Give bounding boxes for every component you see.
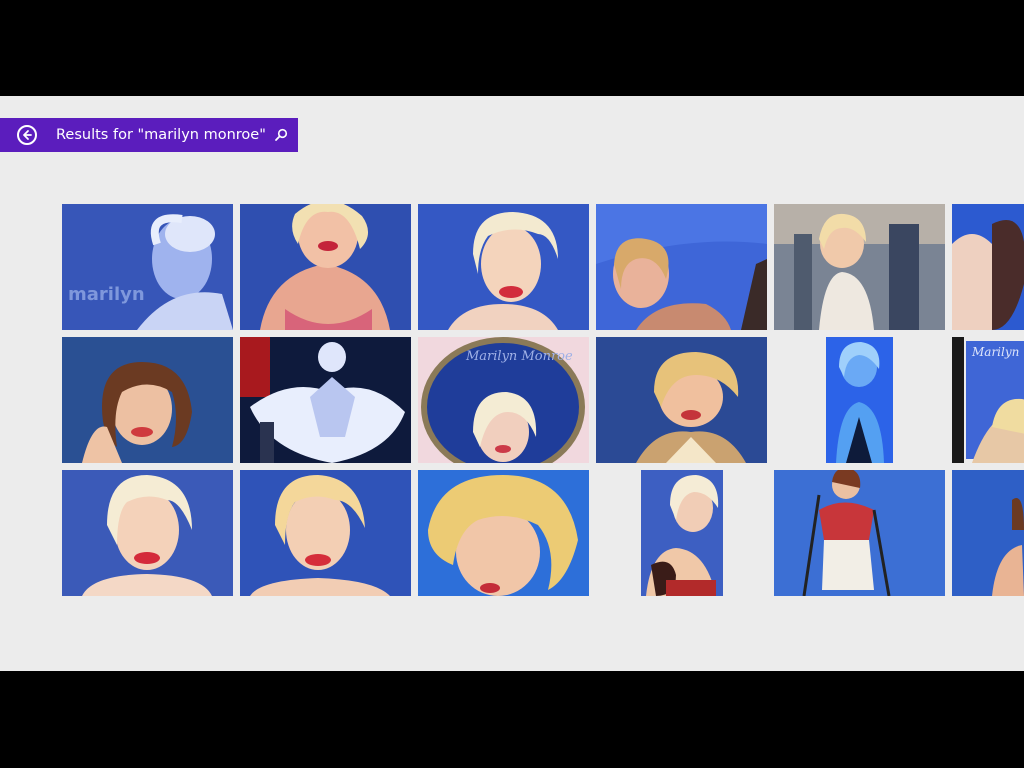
plate-signature-text: Marilyn Monroe (466, 349, 573, 364)
search-icon[interactable] (274, 128, 288, 142)
image-results-grid: marilyn Marilyn Monroe Marilyn (62, 204, 1024, 596)
image-result-tile[interactable]: Marilyn (952, 337, 1024, 463)
image-result-tile[interactable] (240, 204, 411, 330)
image-result-tile[interactable] (596, 470, 767, 596)
image-result-tile[interactable] (952, 204, 1024, 330)
app-screen: Results for "marilyn monroe" marilyn Mar… (0, 96, 1024, 671)
image-result-tile[interactable] (774, 470, 945, 596)
image-result-tile[interactable] (62, 470, 233, 596)
image-result-tile[interactable] (774, 204, 945, 330)
image-result-tile[interactable]: marilyn (62, 204, 233, 330)
image-result-tile[interactable] (240, 470, 411, 596)
back-arrow-icon (23, 130, 32, 140)
search-results-header: Results for "marilyn monroe" (0, 118, 298, 152)
back-button[interactable] (17, 125, 37, 145)
image-result-tile[interactable] (418, 470, 589, 596)
image-result-tile[interactable] (240, 337, 411, 463)
watermark-text: marilyn (68, 284, 145, 305)
stamp-signature-text: Marilyn (972, 345, 1020, 359)
results-title: Results for "marilyn monroe" (56, 127, 266, 143)
image-result-tile[interactable]: Marilyn Monroe (418, 337, 589, 463)
image-result-tile[interactable] (596, 204, 767, 330)
image-result-tile[interactable] (418, 204, 589, 330)
image-result-tile[interactable] (774, 337, 945, 463)
image-result-tile[interactable] (596, 337, 767, 463)
image-result-tile[interactable] (62, 337, 233, 463)
image-result-tile[interactable] (952, 470, 1024, 596)
